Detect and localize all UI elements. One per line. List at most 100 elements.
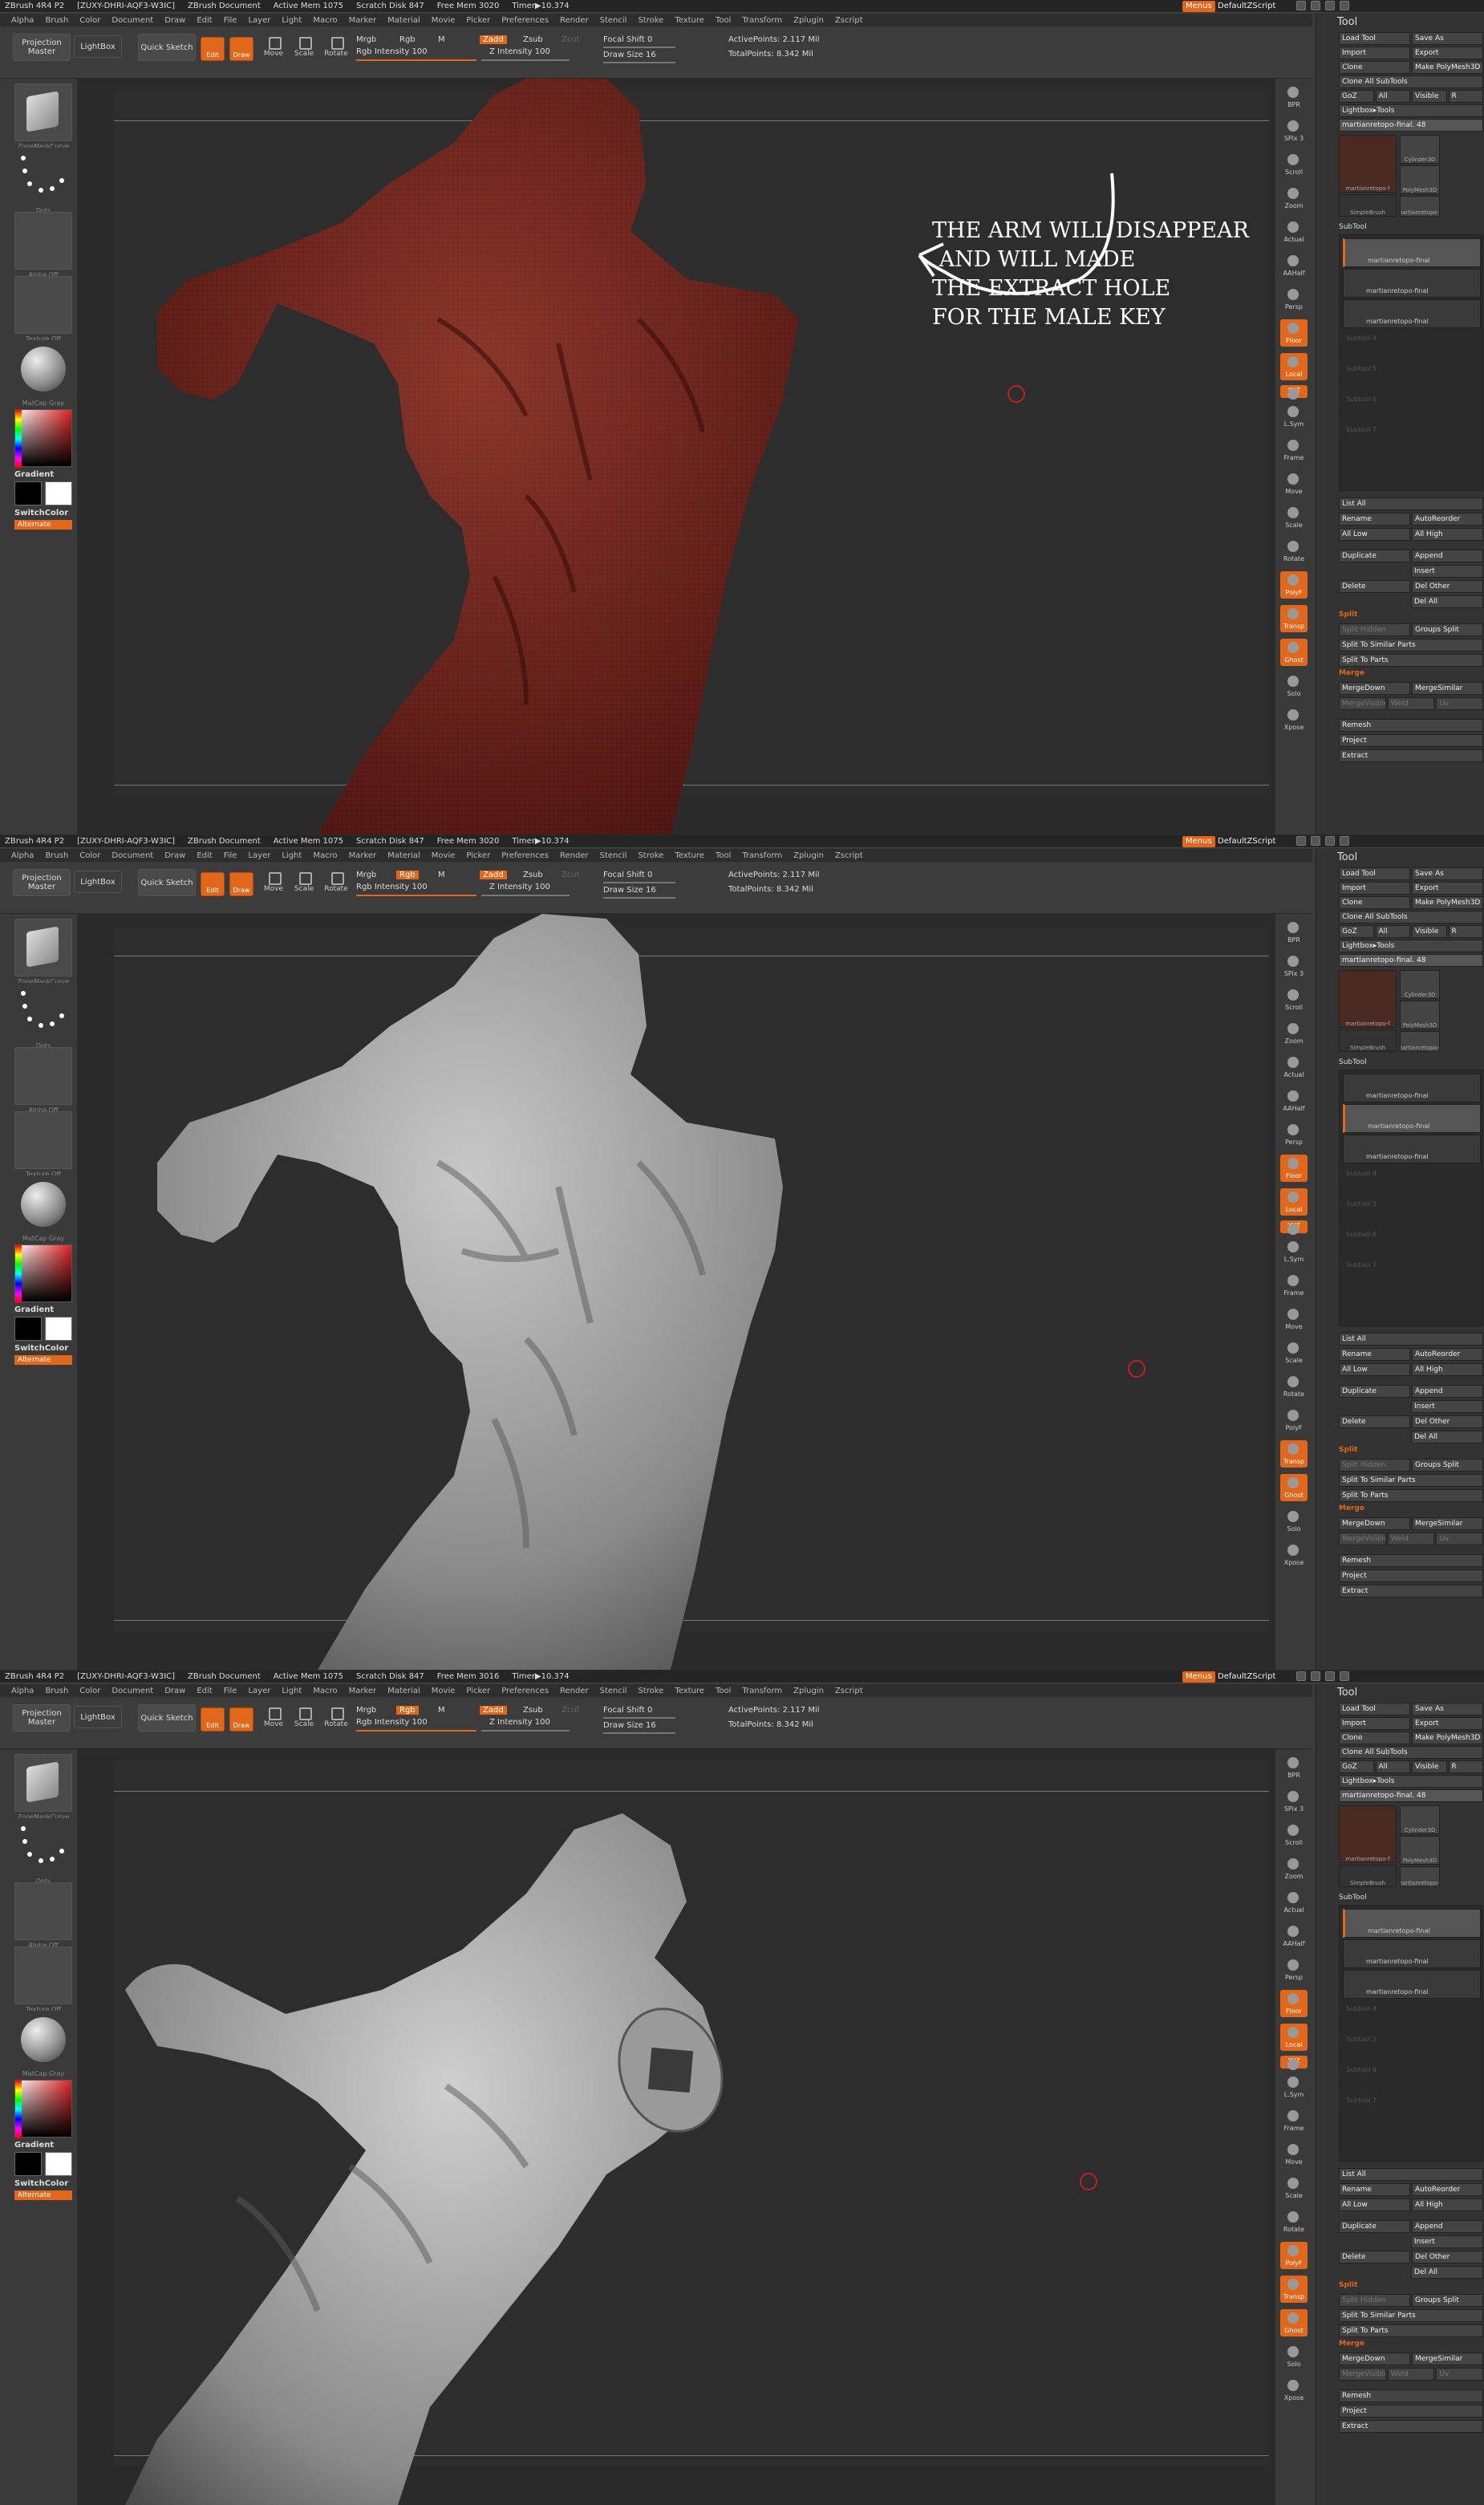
menu-preferences[interactable]: Preferences [501, 851, 549, 860]
spix-3-button[interactable]: SPix 3 [1280, 952, 1308, 980]
solo-button[interactable]: Solo [1280, 672, 1308, 700]
merge-visible-button[interactable]: MergeVisible [1339, 2368, 1386, 2381]
split-similar-button[interactable]: Split To Similar Parts [1339, 2309, 1483, 2322]
weld-button[interactable]: Weld [1387, 1533, 1435, 1545]
xyz-axis-button[interactable]: XYZ [1280, 1220, 1308, 1235]
primary-color-swatch[interactable] [14, 1317, 42, 1341]
menu-material[interactable]: Material [387, 16, 420, 25]
xpose-button[interactable]: Xpose [1280, 706, 1308, 733]
list-all-button[interactable]: List All [1339, 1333, 1483, 1346]
color-picker[interactable] [14, 1244, 72, 1303]
extract-button[interactable]: Extract [1339, 749, 1483, 762]
subtool-header[interactable]: SubTool [1339, 223, 1367, 231]
menu-layer[interactable]: Layer [248, 16, 270, 25]
bpr-button[interactable]: BPR [1280, 919, 1308, 946]
color-picker[interactable] [14, 2080, 72, 2138]
menu-zscript[interactable]: Zscript [835, 16, 863, 25]
menu-preferences[interactable]: Preferences [501, 16, 549, 25]
draw-size-slider[interactable]: Draw Size 16 [603, 1721, 656, 1730]
gradient-label[interactable]: Gradient [14, 2141, 54, 2150]
subtool-item[interactable]: martianretopo-final [1343, 1074, 1481, 1102]
groups-split-button[interactable]: Groups Split [1412, 2294, 1483, 2307]
tool-thumbnail[interactable]: SimpleBrush [1339, 1865, 1397, 1887]
rotate-mode-button[interactable]: Rotate [324, 869, 348, 896]
gradient-label[interactable]: Gradient [14, 1305, 54, 1314]
transp-button[interactable]: Transp [1280, 605, 1308, 632]
minimize-icon[interactable] [1311, 836, 1320, 846]
tool-r-button[interactable]: R [1448, 925, 1483, 938]
transp-button[interactable]: Transp [1280, 1440, 1308, 1468]
mrgb-toggle[interactable]: Mrgb [356, 1706, 376, 1715]
menu-zscript[interactable]: Zscript [835, 851, 863, 860]
rename-button[interactable]: Rename [1339, 1348, 1410, 1361]
spix-3-button[interactable]: SPix 3 [1280, 1788, 1308, 1815]
z-intensity-slider[interactable]: Z Intensity 100 [489, 1718, 550, 1727]
duplicate-button[interactable]: Duplicate [1339, 2220, 1410, 2233]
menu-alpha[interactable]: Alpha [11, 1687, 34, 1695]
default-script[interactable]: DefaultZScript [1218, 0, 1275, 12]
menu-texture[interactable]: Texture [675, 16, 704, 25]
minimize-icon[interactable] [1311, 1, 1320, 10]
solo-button[interactable]: Solo [1280, 1508, 1308, 1535]
aahalf-button[interactable]: AAHalf [1280, 1087, 1308, 1114]
menu-stencil[interactable]: Stencil [600, 1687, 627, 1695]
quick-sketch-button[interactable]: Quick Sketch [138, 34, 196, 61]
tool-goz-button[interactable]: GoZ [1339, 1760, 1374, 1773]
texture-thumbnail[interactable] [14, 1947, 72, 2004]
draw-mode-button[interactable]: Draw [229, 1707, 253, 1732]
gradient-label[interactable]: Gradient [14, 470, 54, 479]
merge-similar-button[interactable]: MergeSimilar [1412, 1517, 1483, 1530]
subtool-header[interactable]: SubTool [1339, 1058, 1367, 1066]
groups-split-button[interactable]: Groups Split [1412, 1459, 1483, 1472]
lightbox-button[interactable]: LightBox [74, 1706, 122, 1728]
frame-button[interactable]: Frame [1280, 436, 1308, 464]
split-parts-button[interactable]: Split To Parts [1339, 1489, 1483, 1502]
secondary-color-swatch[interactable] [45, 481, 72, 505]
draw-size-slider[interactable]: Draw Size 16 [603, 886, 656, 895]
tool-clone-button[interactable]: Clone [1339, 896, 1410, 909]
list-all-button[interactable]: List All [1339, 2168, 1483, 2181]
tool-import-button[interactable]: Import [1339, 882, 1410, 895]
aahalf-button[interactable]: AAHalf [1280, 1922, 1308, 1950]
rgb-intensity-slider[interactable]: Rgb Intensity 100 [356, 883, 428, 891]
tool-clone-button[interactable]: Clone [1339, 1732, 1410, 1744]
split-similar-button[interactable]: Split To Similar Parts [1339, 1474, 1483, 1487]
persp-button[interactable]: Persp [1280, 1956, 1308, 1983]
maximize-icon[interactable] [1325, 836, 1335, 846]
tool-all-button[interactable]: All [1375, 1760, 1410, 1773]
del-other-button[interactable]: Del Other [1412, 1415, 1483, 1428]
lightbox-button[interactable]: LightBox [74, 35, 122, 58]
menu-edit[interactable]: Edit [197, 16, 212, 25]
subtool-item[interactable]: martianretopo-final [1343, 238, 1481, 267]
mrgb-toggle[interactable]: Mrgb [356, 35, 376, 44]
remesh-button[interactable]: Remesh [1339, 2389, 1483, 2402]
current-tool-slider[interactable]: martianretopo-final. 48 [1339, 954, 1483, 967]
split-hidden-button[interactable]: Split Hidden [1339, 1459, 1410, 1472]
focal-shift-slider[interactable]: Focal Shift 0 [603, 1706, 652, 1715]
polyf-button[interactable]: PolyF [1280, 571, 1308, 599]
tool-visible-button[interactable]: Visible [1412, 90, 1447, 103]
menu-file[interactable]: File [224, 1687, 237, 1695]
uv-button[interactable]: Uv [1436, 2368, 1484, 2381]
all-high-button[interactable]: All High [1412, 528, 1483, 541]
m-toggle[interactable]: M [438, 1706, 445, 1715]
local-button[interactable]: Local [1280, 353, 1308, 380]
tool-thumbnail[interactable]: Cylinder3D [1400, 1805, 1440, 1834]
merge-similar-button[interactable]: MergeSimilar [1412, 2353, 1483, 2365]
frame-button[interactable]: Frame [1280, 1272, 1308, 1299]
menu-document[interactable]: Document [112, 851, 153, 860]
zoom-button[interactable]: Zoom [1280, 1020, 1308, 1047]
zadd-toggle[interactable]: Zadd [480, 871, 507, 879]
tool-export-button[interactable]: Export [1412, 882, 1483, 895]
projection-master-button[interactable]: Projection Master [13, 1704, 71, 1732]
hue-strip[interactable] [15, 2081, 22, 2138]
menu-zplugin[interactable]: Zplugin [793, 16, 824, 25]
rename-button[interactable]: Rename [1339, 2183, 1410, 2196]
subtool-item[interactable]: martianretopo-final [1343, 1135, 1481, 1163]
tool-thumbnail[interactable]: SimpleBrush [1339, 194, 1397, 217]
floor-button[interactable]: Floor [1280, 1155, 1308, 1182]
menu-color[interactable]: Color [79, 16, 100, 25]
help-icon[interactable] [1296, 1671, 1306, 1681]
menu-movie[interactable]: Movie [432, 851, 456, 860]
persp-button[interactable]: Persp [1280, 1121, 1308, 1148]
